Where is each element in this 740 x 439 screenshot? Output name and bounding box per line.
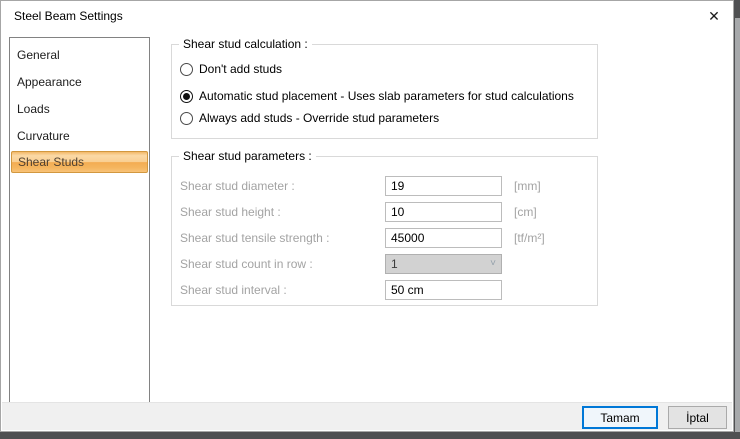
param-row-interval: Shear stud interval : bbox=[172, 280, 597, 300]
sidebar-item-shear-studs[interactable]: Shear Studs bbox=[11, 151, 148, 173]
steel-beam-settings-dialog: Steel Beam Settings ✕ General Appearance… bbox=[0, 0, 734, 432]
shear-stud-height-input[interactable] bbox=[385, 202, 502, 222]
background-strip-bottom bbox=[0, 432, 740, 439]
sidebar-item-loads[interactable]: Loads bbox=[10, 95, 149, 122]
ok-button[interactable]: Tamam bbox=[582, 406, 658, 429]
radio-option-label: Don't add studs bbox=[199, 62, 282, 76]
field-label: Shear stud diameter : bbox=[180, 176, 295, 196]
shear-stud-tensile-strength-input[interactable] bbox=[385, 228, 502, 248]
group-title: Shear stud calculation : bbox=[179, 37, 312, 51]
field-unit: [tf/m²] bbox=[514, 228, 545, 248]
radio-option-label: Always add studs - Override stud paramet… bbox=[199, 111, 439, 125]
field-unit: [mm] bbox=[514, 176, 541, 196]
group-title: Shear stud parameters : bbox=[179, 149, 316, 163]
radio-option-always-add-studs[interactable]: Always add studs - Override stud paramet… bbox=[180, 110, 439, 126]
dropdown-selected-value: 1 bbox=[391, 257, 398, 271]
window-title: Steel Beam Settings bbox=[14, 9, 123, 23]
shear-stud-diameter-input[interactable] bbox=[385, 176, 502, 196]
param-row-diameter: Shear stud diameter : [mm] bbox=[172, 176, 597, 196]
screen: Steel Beam Settings ✕ General Appearance… bbox=[0, 0, 740, 439]
field-label: Shear stud height : bbox=[180, 202, 281, 222]
radio-option-label: Automatic stud placement - Uses slab par… bbox=[199, 89, 574, 103]
cancel-button[interactable]: İptal bbox=[668, 406, 727, 429]
background-strip-right bbox=[735, 18, 740, 439]
param-row-tensile-strength: Shear stud tensile strength : [tf/m²] bbox=[172, 228, 597, 248]
sidebar-item-appearance[interactable]: Appearance bbox=[10, 68, 149, 95]
shear-stud-parameters-group: Shear stud parameters : Shear stud diame… bbox=[171, 156, 598, 306]
radio-checked-icon[interactable] bbox=[180, 90, 193, 103]
titlebar: Steel Beam Settings ✕ bbox=[1, 1, 733, 32]
param-row-count-in-row: Shear stud count in row : 1 ˅ bbox=[172, 254, 597, 274]
shear-stud-calculation-group: Shear stud calculation : Don't add studs… bbox=[171, 44, 598, 139]
settings-category-list: General Appearance Loads Curvature Shear… bbox=[9, 37, 150, 403]
field-unit: [cm] bbox=[514, 202, 537, 222]
shear-stud-count-dropdown[interactable]: 1 ˅ bbox=[385, 254, 502, 274]
dialog-footer: Tamam İptal bbox=[2, 402, 732, 430]
close-icon: ✕ bbox=[708, 8, 720, 25]
chevron-down-icon: ˅ bbox=[490, 258, 496, 269]
field-label: Shear stud interval : bbox=[180, 280, 287, 300]
sidebar-item-curvature[interactable]: Curvature bbox=[10, 122, 149, 149]
shear-stud-interval-input[interactable] bbox=[385, 280, 502, 300]
radio-option-automatic-stud-placement[interactable]: Automatic stud placement - Uses slab par… bbox=[180, 88, 574, 104]
close-button[interactable]: ✕ bbox=[699, 2, 729, 30]
radio-unchecked-icon[interactable] bbox=[180, 112, 193, 125]
field-label: Shear stud count in row : bbox=[180, 254, 313, 274]
field-label: Shear stud tensile strength : bbox=[180, 228, 329, 248]
param-row-height: Shear stud height : [cm] bbox=[172, 202, 597, 222]
radio-option-dont-add-studs[interactable]: Don't add studs bbox=[180, 61, 282, 77]
sidebar-item-general[interactable]: General bbox=[10, 41, 149, 68]
radio-unchecked-icon[interactable] bbox=[180, 63, 193, 76]
